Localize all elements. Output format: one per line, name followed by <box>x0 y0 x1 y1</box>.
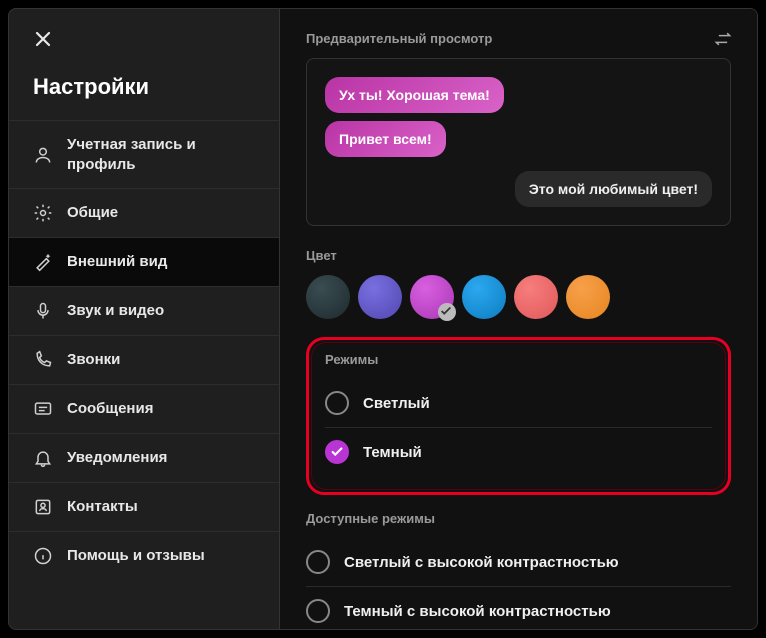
sidebar: Настройки Учетная запись и профиль Общие… <box>8 8 280 630</box>
phone-icon <box>33 350 53 370</box>
close-button[interactable] <box>33 29 279 54</box>
mode-option-label: Светлый <box>363 395 430 412</box>
person-icon <box>33 145 53 165</box>
radio-icon <box>325 440 349 464</box>
mode-option-label: Светлый с высокой контрастностью <box>344 554 619 571</box>
modes-label: Режимы <box>325 352 712 367</box>
mode-option-dark[interactable]: Темный <box>325 427 712 476</box>
contacts-icon <box>33 497 53 517</box>
bell-icon <box>33 448 53 468</box>
sidebar-item-calling[interactable]: Звонки <box>9 335 279 384</box>
preview-box: Ух ты! Хорошая тема! Привет всем! Это мо… <box>306 58 731 226</box>
sidebar-item-general[interactable]: Общие <box>9 188 279 237</box>
check-icon <box>439 304 453 318</box>
message-icon <box>33 399 53 419</box>
sidebar-item-label: Внешний вид <box>67 252 167 272</box>
sidebar-item-account[interactable]: Учетная запись и профиль <box>9 120 279 188</box>
check-icon <box>330 445 344 459</box>
color-swatch[interactable] <box>566 275 610 319</box>
preview-bubble-received: Это мой любимый цвет! <box>515 171 712 207</box>
swap-icon <box>713 29 733 49</box>
sidebar-item-label: Звонки <box>67 350 120 370</box>
mode-option-light-hc[interactable]: Светлый с высокой контрастностью <box>306 538 731 586</box>
mode-option-light[interactable]: Светлый <box>325 379 712 427</box>
color-swatch[interactable] <box>358 275 402 319</box>
sidebar-item-label: Учетная запись и профиль <box>67 135 255 174</box>
page-title: Настройки <box>33 74 255 100</box>
color-swatch[interactable] <box>306 275 350 319</box>
sidebar-item-contacts[interactable]: Контакты <box>9 482 279 531</box>
preview-label: Предварительный просмотр <box>306 31 731 46</box>
color-swatches <box>306 275 731 319</box>
radio-icon <box>306 599 330 623</box>
gear-icon <box>33 203 53 223</box>
sidebar-item-messaging[interactable]: Сообщения <box>9 384 279 433</box>
sidebar-item-appearance[interactable]: Внешний вид <box>9 237 279 286</box>
sidebar-item-label: Общие <box>67 203 118 223</box>
modes-section: Режимы Светлый Темный <box>306 337 731 495</box>
color-label: Цвет <box>306 248 731 263</box>
radio-icon <box>306 550 330 574</box>
color-swatch[interactable] <box>514 275 558 319</box>
sidebar-item-label: Сообщения <box>67 399 153 419</box>
color-swatch[interactable] <box>410 275 454 319</box>
wand-icon <box>33 252 53 272</box>
available-modes-label: Доступные режимы <box>306 511 731 526</box>
sidebar-item-audio-video[interactable]: Звук и видео <box>9 286 279 335</box>
sidebar-item-label: Уведомления <box>67 448 167 468</box>
main-panel: Предварительный просмотр Ух ты! Хорошая … <box>280 8 758 630</box>
mode-option-label: Темный с высокой контрастностью <box>344 603 611 620</box>
preview-bubble-sent: Привет всем! <box>325 121 446 157</box>
sidebar-item-label: Звук и видео <box>67 301 164 321</box>
sidebar-item-label: Помощь и отзывы <box>67 546 205 566</box>
settings-window: Настройки Учетная запись и профиль Общие… <box>0 0 766 638</box>
preview-bubble-sent: Ух ты! Хорошая тема! <box>325 77 504 113</box>
swap-button[interactable] <box>713 29 733 54</box>
radio-icon <box>325 391 349 415</box>
sidebar-item-label: Контакты <box>67 497 138 517</box>
microphone-icon <box>33 301 53 321</box>
info-icon <box>33 546 53 566</box>
color-swatch[interactable] <box>462 275 506 319</box>
sidebar-item-notifications[interactable]: Уведомления <box>9 433 279 482</box>
sidebar-item-help[interactable]: Помощь и отзывы <box>9 531 279 580</box>
close-icon <box>33 29 53 49</box>
mode-option-dark-hc[interactable]: Темный с высокой контрастностью <box>306 586 731 630</box>
mode-option-label: Темный <box>363 444 422 461</box>
